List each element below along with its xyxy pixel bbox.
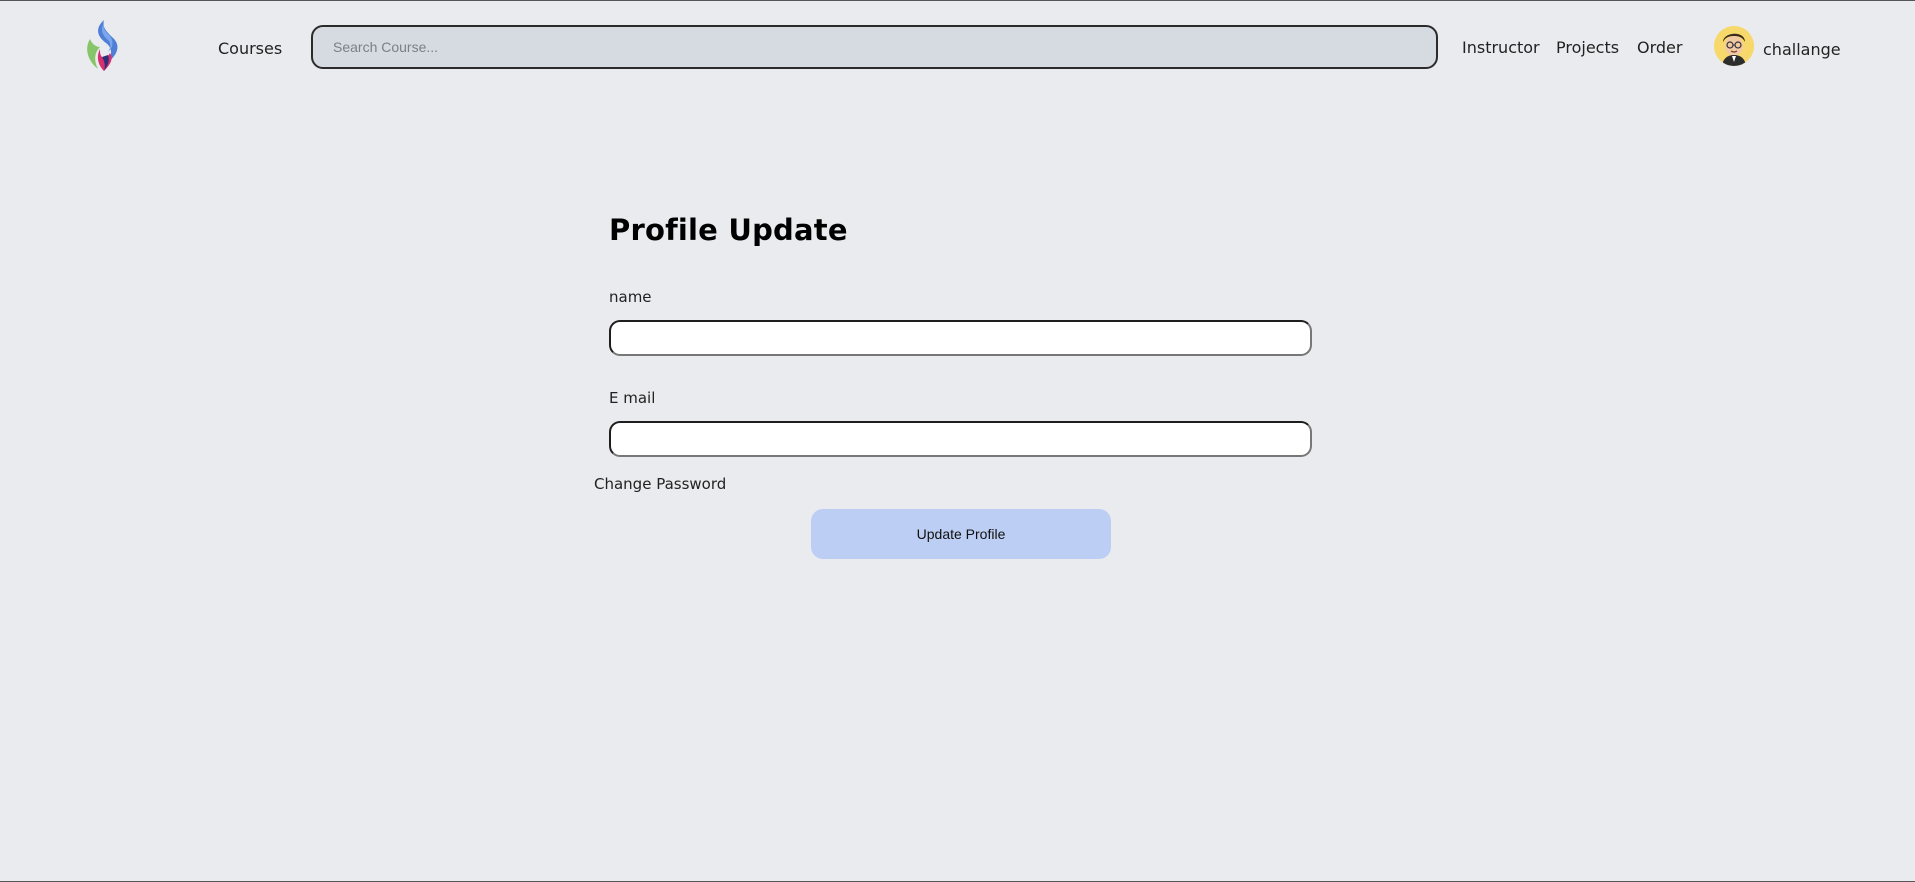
nav-projects-link[interactable]: Projects xyxy=(1556,38,1619,57)
user-name[interactable]: challange xyxy=(1763,40,1841,59)
nav-order-link[interactable]: Order xyxy=(1637,38,1682,57)
nav-instructor-link[interactable]: Instructor xyxy=(1462,38,1540,57)
page-title: Profile Update xyxy=(609,213,848,247)
avatar-icon[interactable] xyxy=(1714,26,1754,66)
nav-courses-link[interactable]: Courses xyxy=(218,39,282,58)
change-password-link[interactable]: Change Password xyxy=(594,475,726,493)
flame-logo-icon[interactable] xyxy=(84,19,124,73)
email-label: E mail xyxy=(609,389,656,407)
update-profile-button[interactable]: Update Profile xyxy=(811,509,1111,559)
top-navbar: Courses Instructor Projects Order challa… xyxy=(0,1,1915,93)
name-label: name xyxy=(609,288,652,306)
email-field[interactable] xyxy=(609,421,1312,457)
name-field[interactable] xyxy=(609,320,1312,356)
search-course-input[interactable] xyxy=(311,25,1438,69)
